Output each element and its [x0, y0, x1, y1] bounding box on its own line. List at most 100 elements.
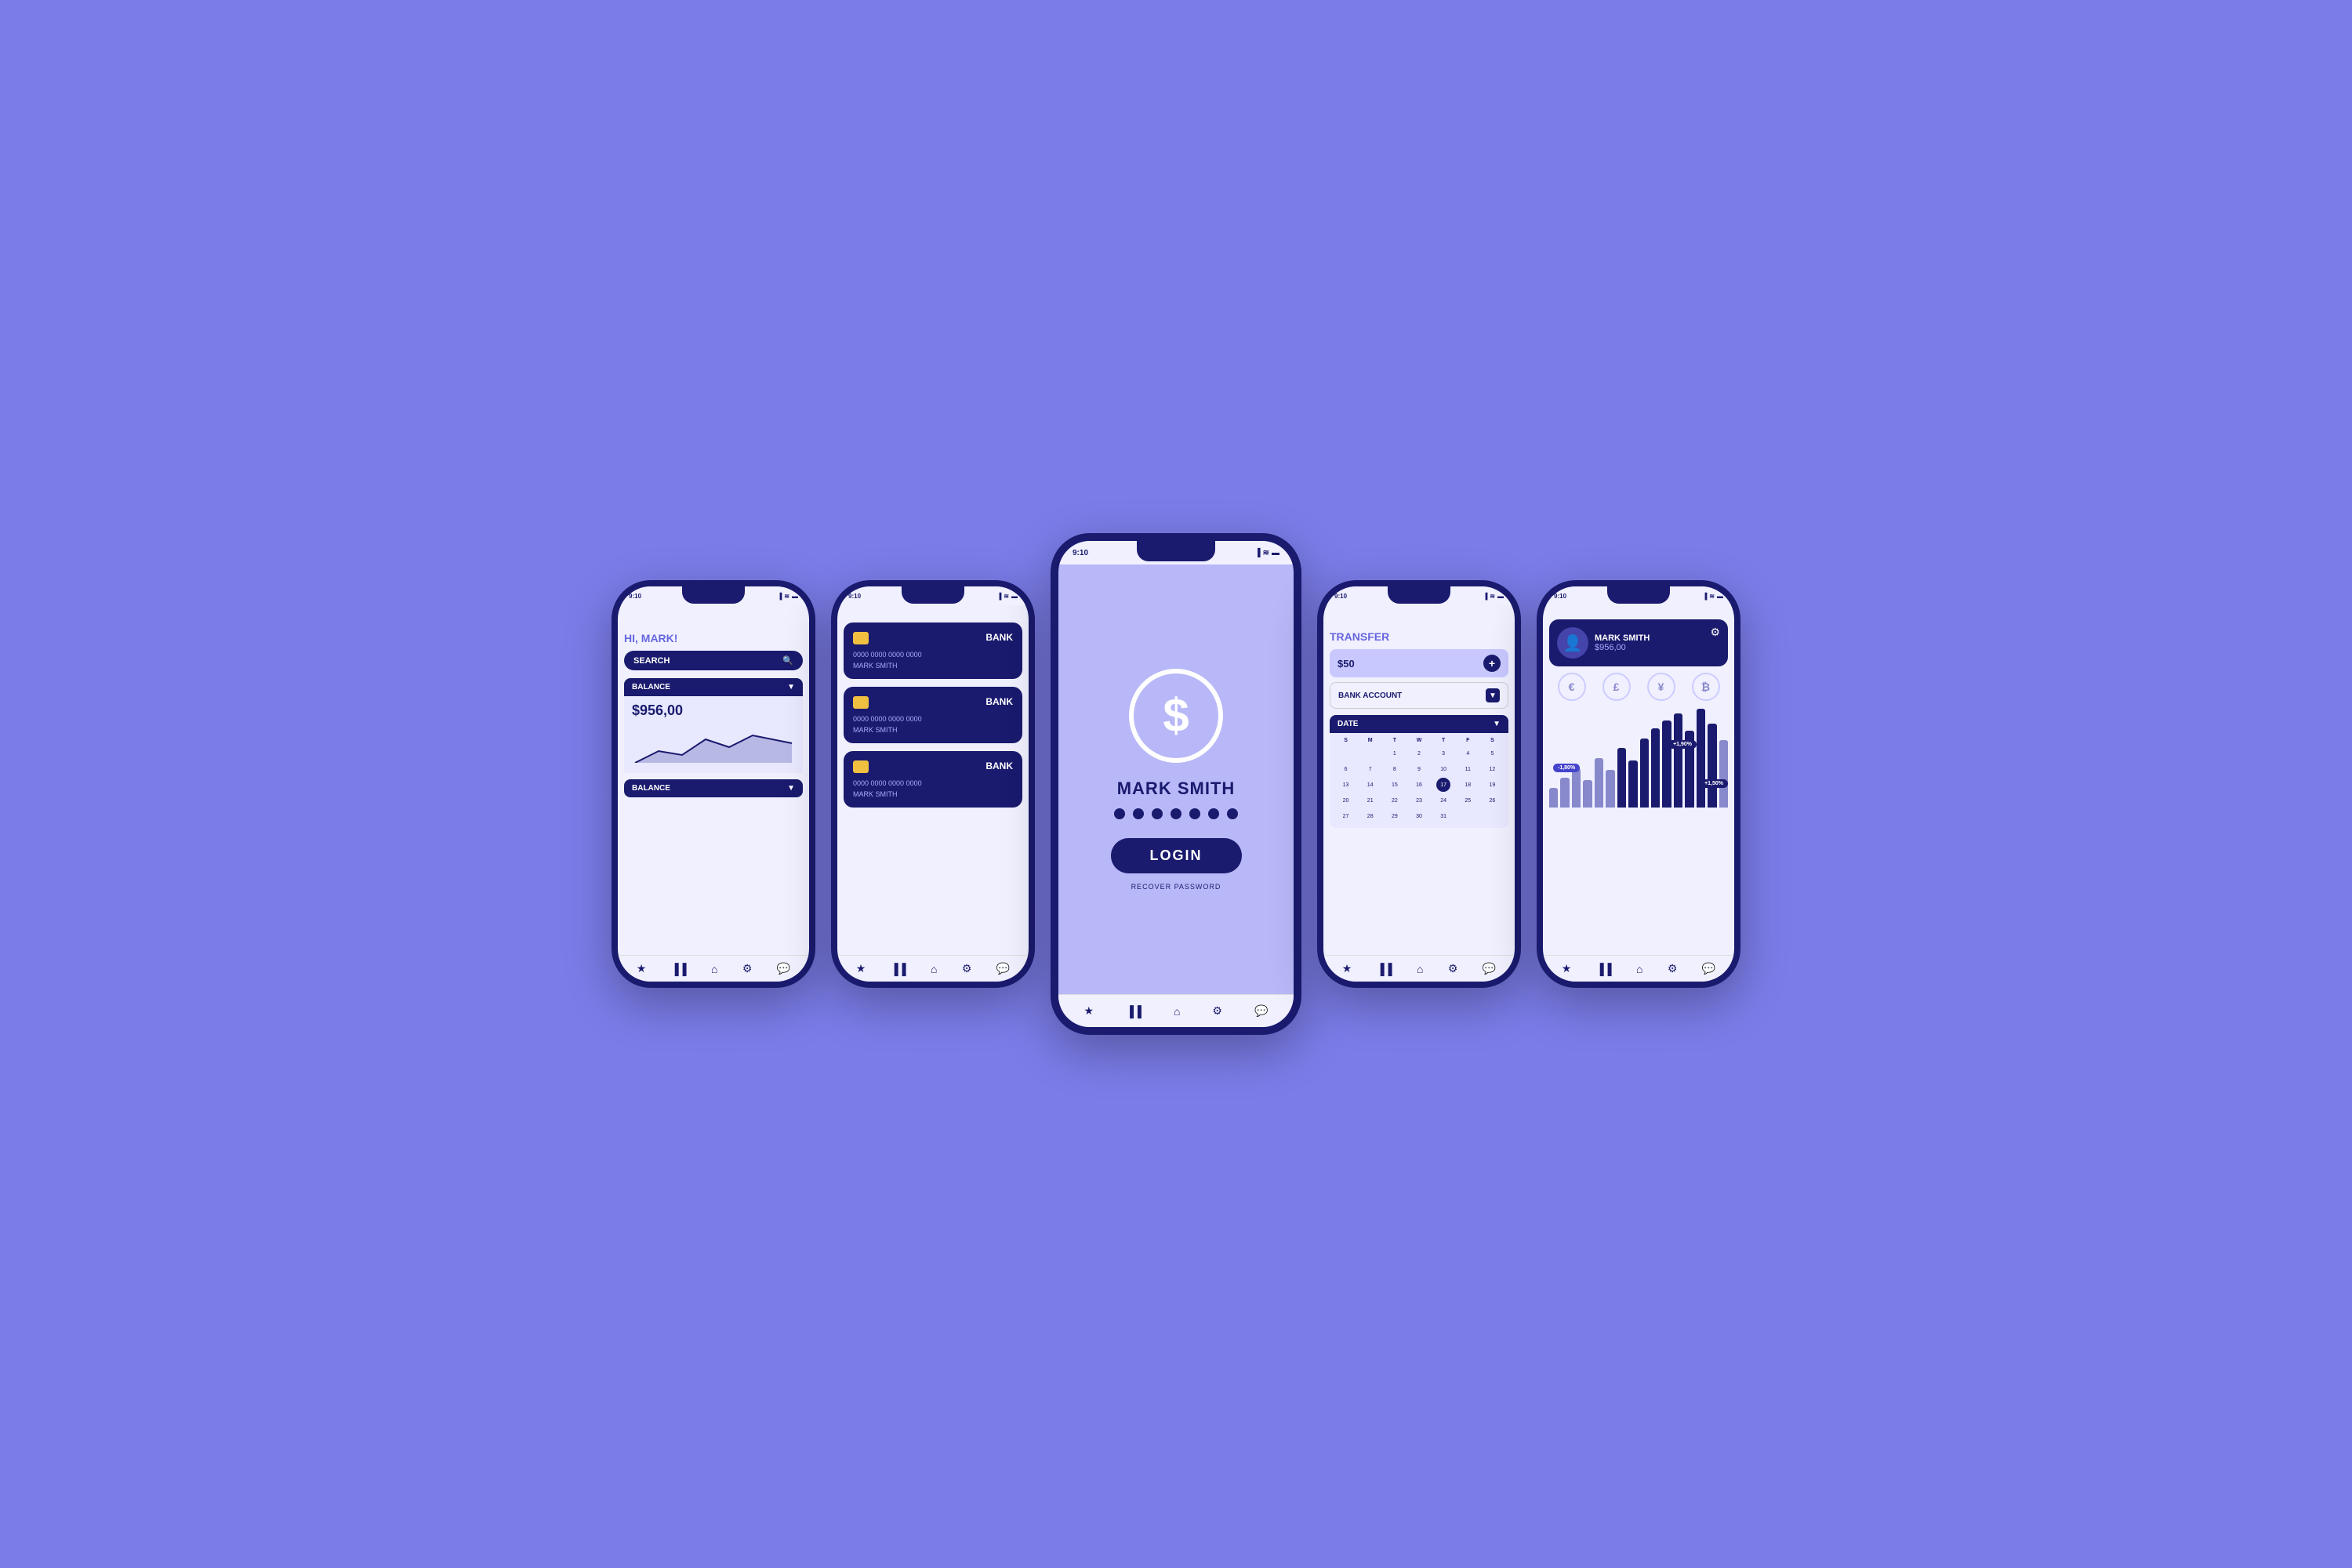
dollar-circle: $ — [1129, 669, 1223, 763]
search-bar[interactable]: SEARCH 🔍 — [624, 651, 803, 670]
nav-star-5[interactable]: ★ — [1562, 962, 1572, 975]
nav-gear-3[interactable]: ⚙ — [1212, 1004, 1222, 1018]
card-chip-1 — [853, 632, 869, 644]
nav-gear-1[interactable]: ⚙ — [742, 962, 753, 975]
nav-star-2[interactable]: ★ — [856, 962, 866, 975]
cal-day-12[interactable]: 12 — [1485, 762, 1499, 776]
nav-gear-2[interactable]: ⚙ — [962, 962, 972, 975]
profile-balance: $956,00 — [1595, 643, 1720, 652]
nav-chart-5[interactable]: ▐▐ — [1596, 963, 1612, 975]
bank-account-dropdown[interactable]: ▼ — [1486, 688, 1500, 702]
nav-star-1[interactable]: ★ — [637, 962, 647, 975]
cal-day-22[interactable]: 22 — [1388, 793, 1402, 808]
settings-icon[interactable]: ⚙ — [1710, 626, 1720, 639]
card-chip-2 — [853, 696, 869, 709]
cal-day-6[interactable]: 6 — [1339, 762, 1353, 776]
card-2-header: BANK — [853, 696, 1013, 709]
cal-day-21[interactable]: 21 — [1363, 793, 1377, 808]
status-time-5: 9:10 — [1554, 593, 1566, 600]
card-chip-3 — [853, 760, 869, 773]
dot-3 — [1152, 808, 1163, 819]
cal-day-31[interactable]: 31 — [1436, 809, 1450, 823]
cal-day-5[interactable]: 5 — [1485, 746, 1499, 760]
nav-msg-5[interactable]: 💬 — [1702, 962, 1715, 975]
card-number-3: 0000 0000 0000 0000 — [853, 779, 1013, 787]
nav-home-1[interactable]: ⌂ — [711, 963, 717, 975]
nav-msg-3[interactable]: 💬 — [1254, 1004, 1268, 1018]
bitcoin-currency[interactable]: ₿ — [1692, 673, 1720, 701]
password-dots — [1114, 808, 1238, 819]
battery-icon-4: ▬ — [1497, 593, 1504, 600]
nav-home-3[interactable]: ⌂ — [1174, 1005, 1180, 1018]
cal-day-16[interactable]: 16 — [1412, 778, 1426, 792]
cal-day-1[interactable]: 1 — [1388, 746, 1402, 760]
pound-currency[interactable]: £ — [1602, 673, 1631, 701]
cal-day-4[interactable]: 4 — [1461, 746, 1475, 760]
nav-gear-4[interactable]: ⚙ — [1448, 962, 1458, 975]
nav-star-3[interactable]: ★ — [1084, 1004, 1094, 1018]
cal-day-11[interactable]: 11 — [1461, 762, 1475, 776]
nav-star-4[interactable]: ★ — [1342, 962, 1352, 975]
bank-account-row[interactable]: BANK ACCOUNT ▼ — [1330, 682, 1508, 709]
nav-msg-4[interactable]: 💬 — [1483, 962, 1496, 975]
cal-day-t1: T — [1383, 738, 1406, 743]
search-label: SEARCH — [633, 656, 670, 666]
cal-day-19[interactable]: 19 — [1485, 778, 1499, 792]
nav-chart-4[interactable]: ▐▐ — [1377, 963, 1392, 975]
cal-day-26[interactable]: 26 — [1485, 793, 1499, 808]
euro-currency[interactable]: € — [1558, 673, 1586, 701]
profile-area: 👤 MARK SMITH $956,00 ⚙ € £ ¥ ₿ — [1549, 619, 1728, 826]
currency-row: € £ ¥ ₿ — [1549, 673, 1728, 701]
cal-day-3[interactable]: 3 — [1436, 746, 1450, 760]
cal-day-8[interactable]: 8 — [1388, 762, 1402, 776]
cal-day-9[interactable]: 9 — [1412, 762, 1426, 776]
cal-day-13[interactable]: 13 — [1339, 778, 1353, 792]
nav-home-2[interactable]: ⌂ — [931, 963, 937, 975]
balance-label-2: BALANCE — [632, 784, 670, 793]
bar-8 — [1628, 760, 1637, 808]
badge-right: +1,50% — [1700, 779, 1728, 788]
cal-day-23[interactable]: 23 — [1412, 793, 1426, 808]
bar-2 — [1560, 778, 1569, 808]
cal-day-18[interactable]: 18 — [1461, 778, 1475, 792]
login-button[interactable]: LOGIN — [1111, 838, 1242, 873]
date-header[interactable]: DATE ▼ — [1330, 715, 1508, 733]
cal-day-24[interactable]: 24 — [1436, 793, 1450, 808]
yen-currency[interactable]: ¥ — [1647, 673, 1675, 701]
notch-5 — [1607, 586, 1670, 604]
cal-day-14[interactable]: 14 — [1363, 778, 1377, 792]
nav-home-4[interactable]: ⌂ — [1417, 963, 1423, 975]
dot-4 — [1171, 808, 1181, 819]
cal-day-28[interactable]: 28 — [1363, 809, 1377, 823]
greeting-area: HI, MARK! SEARCH 🔍 BALANCE ▼ $956,00 — [624, 624, 803, 797]
cal-day-20[interactable]: 20 — [1339, 793, 1353, 808]
nav-chart-2[interactable]: ▐▐ — [891, 963, 906, 975]
cal-day-10[interactable]: 10 — [1436, 762, 1450, 776]
phone-3-login: 9:10 ▐ ≋ ▬ $ MARK SMITH LOGIN RECOV — [1051, 533, 1301, 1035]
recover-password-text[interactable]: RECOVER PASSWORD — [1131, 883, 1221, 891]
cal-day-2[interactable]: 2 — [1412, 746, 1426, 760]
cal-grid: 1 2 3 4 5 6 7 8 9 10 11 12 13 14 — [1334, 746, 1504, 823]
cal-day-29[interactable]: 29 — [1388, 809, 1402, 823]
phone-5-profile: 9:10 ▐ ≋ ▬ 👤 MARK SMITH $956,00 ⚙ € — [1537, 580, 1740, 988]
chart-area: +1,90% -1,80% +1,50% — [1549, 709, 1728, 826]
card-1-header: BANK — [853, 632, 1013, 644]
nav-chart-3[interactable]: ▐▐ — [1126, 1005, 1142, 1018]
cal-day-17-today[interactable]: 17 — [1436, 778, 1450, 792]
cal-day-7[interactable]: 7 — [1363, 762, 1377, 776]
bar-7 — [1617, 748, 1626, 808]
nav-gear-5[interactable]: ⚙ — [1668, 962, 1678, 975]
plus-button[interactable]: + — [1483, 655, 1501, 672]
nav-home-5[interactable]: ⌂ — [1636, 963, 1642, 975]
profile-name: MARK SMITH — [1595, 633, 1720, 643]
nav-chart-1[interactable]: ▐▐ — [671, 963, 687, 975]
cal-day-15[interactable]: 15 — [1388, 778, 1402, 792]
nav-msg-1[interactable]: 💬 — [777, 962, 790, 975]
balance-header-1: BALANCE ▼ — [624, 678, 803, 696]
cal-day-27[interactable]: 27 — [1339, 809, 1353, 823]
cal-day-25[interactable]: 25 — [1461, 793, 1475, 808]
nav-msg-2[interactable]: 💬 — [996, 962, 1010, 975]
battery-icon-3: ▬ — [1272, 549, 1279, 557]
battery-icon-2: ▬ — [1011, 593, 1018, 600]
cal-day-30[interactable]: 30 — [1412, 809, 1426, 823]
